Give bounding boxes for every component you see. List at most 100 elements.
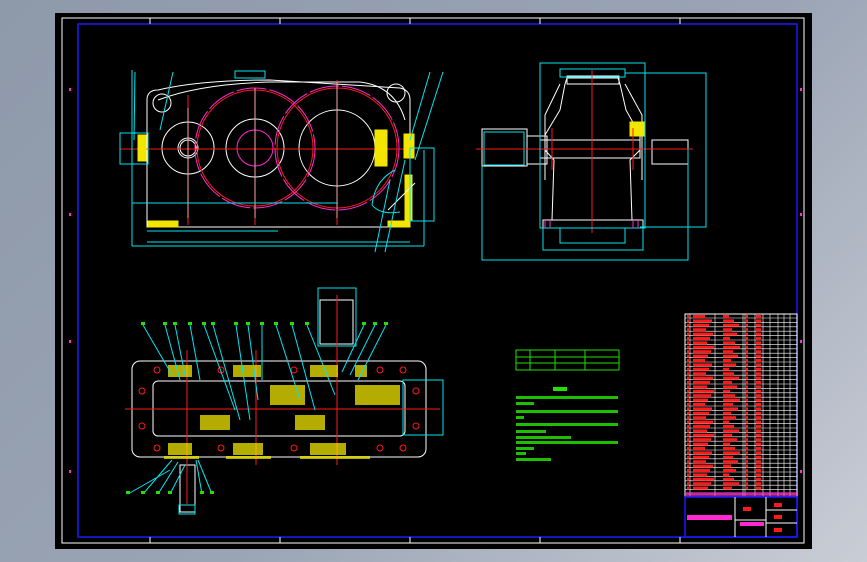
- parts-qty: [746, 469, 748, 472]
- parts-spec: [723, 464, 731, 468]
- parts-material: [756, 385, 761, 389]
- parts-number: [687, 486, 689, 490]
- parts-material: [756, 363, 761, 367]
- parts-number: [687, 315, 689, 318]
- parts-material: [756, 319, 761, 323]
- parts-qty: [746, 420, 748, 424]
- parts-material: [756, 359, 761, 362]
- parts-name: [693, 447, 705, 450]
- parts-qty: [746, 354, 748, 358]
- parts-name: [693, 350, 711, 354]
- cad-viewer: [0, 0, 867, 562]
- parts-qty: [746, 359, 748, 362]
- item-number: [163, 322, 167, 325]
- parts-qty: [746, 486, 748, 490]
- parts-number: [687, 460, 689, 464]
- item-number: [373, 322, 377, 325]
- parts-qty: [746, 403, 748, 406]
- parts-material: [756, 394, 761, 398]
- parts-spec: [723, 398, 740, 402]
- parts-material: [756, 367, 761, 371]
- zone-marker: [69, 88, 71, 91]
- parts-number: [687, 323, 689, 327]
- parts-spec: [723, 473, 729, 477]
- parts-spec: [723, 442, 730, 446]
- parts-spec: [723, 315, 729, 318]
- parts-name: [693, 319, 712, 323]
- zone-marker: [69, 340, 71, 343]
- bearing-hatch: [164, 456, 199, 459]
- parts-spec: [723, 403, 733, 406]
- parts-qty: [746, 328, 748, 332]
- parts-name: [693, 438, 711, 442]
- parts-name: [693, 420, 713, 424]
- parts-material: [756, 389, 761, 393]
- parts-name: [693, 425, 710, 428]
- parts-number: [687, 425, 689, 428]
- bearing-hatch: [168, 443, 192, 455]
- parts-number: [687, 394, 689, 398]
- parts-number: [687, 433, 689, 437]
- parts-name: [693, 376, 713, 380]
- zone-marker: [69, 470, 71, 473]
- bearing-hatch: [300, 456, 370, 459]
- parts-material: [756, 469, 761, 472]
- parts-material: [756, 447, 761, 450]
- parts-number: [687, 372, 689, 376]
- parts-number: [687, 332, 689, 336]
- parts-name: [693, 363, 712, 367]
- parts-qty: [746, 345, 748, 349]
- parts-name: [693, 429, 707, 433]
- item-number: [362, 322, 366, 325]
- parts-name: [693, 337, 710, 340]
- parts-spec: [723, 486, 732, 490]
- parts-name: [693, 341, 707, 345]
- parts-qty: [746, 367, 748, 371]
- item-number: [141, 491, 145, 494]
- parts-name: [693, 442, 708, 446]
- parts-number: [687, 389, 689, 393]
- zone-marker: [800, 213, 802, 216]
- drawing-canvas[interactable]: [0, 0, 867, 562]
- parts-qty: [746, 372, 748, 376]
- parts-name: [693, 473, 707, 477]
- parts-qty: [746, 464, 748, 468]
- item-number: [141, 322, 145, 325]
- parts-number: [687, 398, 689, 402]
- parts-number: [687, 376, 689, 380]
- parts-qty: [746, 477, 748, 481]
- parts-material: [756, 328, 761, 332]
- parts-number: [687, 473, 689, 477]
- parts-material: [756, 420, 761, 424]
- parts-qty: [746, 442, 748, 446]
- note-line: [516, 402, 534, 405]
- parts-qty: [746, 433, 748, 437]
- note-line: [516, 452, 526, 455]
- parts-qty: [746, 447, 748, 450]
- parts-qty: [746, 398, 748, 402]
- parts-material: [756, 332, 761, 336]
- zone-marker: [800, 340, 802, 343]
- parts-spec: [723, 420, 729, 424]
- parts-name: [693, 451, 712, 455]
- parts-qty: [746, 363, 748, 367]
- note-line: [516, 458, 551, 461]
- parts-material: [756, 315, 761, 318]
- parts-material: [756, 442, 761, 446]
- parts-qty: [746, 482, 748, 486]
- item-number: [173, 322, 177, 325]
- parts-number: [687, 429, 689, 433]
- parts-number: [687, 363, 689, 367]
- parts-number: [687, 345, 689, 349]
- zone-marker: [800, 88, 802, 91]
- parts-number: [687, 411, 689, 415]
- parts-material: [756, 403, 761, 406]
- note-line: [516, 430, 546, 433]
- parts-name: [693, 460, 706, 464]
- note-line: [516, 441, 618, 444]
- parts-material: [756, 337, 761, 340]
- note-line: [516, 416, 524, 419]
- parts-name: [693, 389, 714, 393]
- parts-number: [687, 403, 689, 406]
- parts-spec: [723, 394, 735, 398]
